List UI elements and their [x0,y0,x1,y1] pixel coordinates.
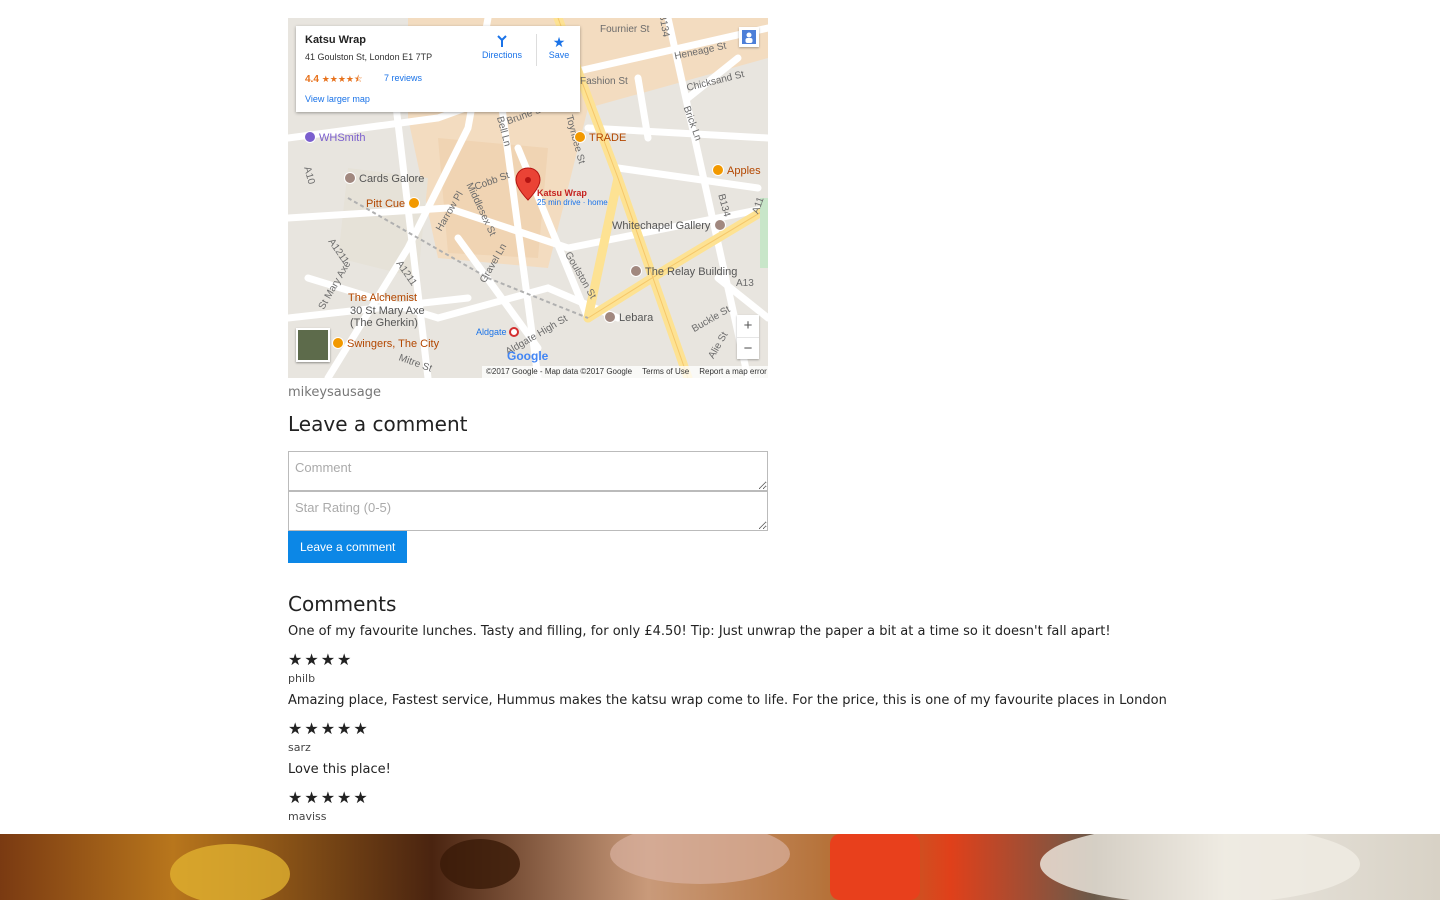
street-label: Fashion St [580,76,628,87]
directions-icon [497,35,507,47]
poi-swingers[interactable]: Swingers, The City [332,337,439,350]
street-label: Fournier St [600,24,650,35]
poi-cards-galore[interactable]: Cards Galore [344,172,424,185]
building-icon [630,265,642,277]
poi-trade[interactable]: TRADE [574,131,626,144]
terms-link[interactable]: Terms of Use [642,367,689,376]
google-logo: Google [507,349,549,363]
zoom-in-button[interactable]: + [737,315,759,337]
comment-username: maviss [288,810,327,823]
post-author: mikeysausage [288,385,381,400]
comment-text: Amazing place, Fastest service, Hummus m… [288,693,1167,708]
star-rating-textarea[interactable] [288,491,768,531]
place-info-card: Katsu Wrap 41 Goulston St, London E1 7TP… [296,26,580,112]
main-content: Fournier St B134 Heneage St Fashion St C… [288,18,1188,823]
person-icon [742,30,756,44]
comment-item: Amazing place, Fastest service, Hummus m… [288,693,1188,754]
directions-button[interactable]: Directions [472,34,532,60]
poi-label: Cards Galore [359,173,425,185]
bar-icon [332,337,344,349]
satellite-toggle[interactable] [296,328,330,362]
place-rating: 4.4 ★★★★⯪ [305,72,362,88]
marker-label: Katsu Wrap [537,188,587,198]
poi-label: (The Gherkin) [350,317,418,329]
place-address: 41 Goulston St, London E1 7TP [305,52,433,62]
store-icon [604,311,616,323]
store-icon [344,172,356,184]
restaurant-icon [408,197,421,209]
poi-lebara[interactable]: Lebara [604,311,653,324]
report-error-link[interactable]: Report a map error [699,367,767,376]
poi-whitechapel-gallery[interactable]: Whitechapel Gallery [612,219,729,232]
poi-apples[interactable]: Apples [712,164,761,177]
map-attribution: ©2017 Google - Map data ©2017 Google Term… [482,366,768,378]
poi-label: Pitt Cue [366,198,406,210]
comment-form: Leave a comment [288,451,1188,563]
directions-label: Directions [481,50,522,60]
leave-comment-button[interactable]: Leave a comment [288,531,408,563]
poi-pitt-cue[interactable]: Pitt Cue [366,197,423,210]
poi-whsmith[interactable]: WHSmith [304,131,365,144]
comments-heading: Comments [288,592,397,616]
shopping-icon [304,131,316,143]
poi-aldgate[interactable]: Aldgate [476,327,522,337]
poi-relay-building[interactable]: The Relay Building [630,265,737,278]
poi-label: 30 St Mary Axe [350,305,425,317]
cafe-icon [574,131,586,143]
poi-label: The Relay Building [645,266,738,278]
comment-text: One of my favourite lunches. Tasty and f… [288,624,1111,639]
reviews-link[interactable]: 7 reviews [384,73,422,83]
save-button[interactable]: ★ Save [544,34,574,60]
comment-text: Love this place! [288,762,391,777]
zoom-out-button[interactable]: − [737,337,759,360]
poi-label: Aldgate [476,327,507,337]
restaurant-icon [712,164,724,176]
poi-label: Apples [727,165,761,177]
poi-the-alchemist[interactable]: The Alchemist [348,292,417,304]
comment-stars: ★★★★ [288,652,354,669]
rating-stars: ★★★★⯪ [321,74,363,84]
view-larger-map-link[interactable]: View larger map [305,94,370,104]
comment-username: sarz [288,741,311,754]
marker-sublabel: 25 min drive · home [537,198,608,207]
street-label: A13 [736,278,754,289]
poi-label: Lebara [619,312,654,324]
place-name: Katsu Wrap [305,34,366,46]
museum-icon [713,219,726,231]
leave-comment-heading: Leave a comment [288,412,468,436]
save-label: Save [548,50,570,60]
poi-label: Swingers, The City [347,338,440,350]
comment-stars: ★★★★★ [288,790,370,807]
street-view-pegman[interactable] [739,27,759,47]
poi-label: Whitechapel Gallery [612,220,711,232]
card-divider [536,34,537,66]
poi-label: WHSmith [319,132,366,144]
map-embed[interactable]: Fournier St B134 Heneage St Fashion St C… [288,18,768,378]
star-icon: ★ [552,34,566,50]
comment-textarea[interactable] [288,451,768,491]
poi-label: TRADE [589,132,627,144]
zoom-control: + − [737,315,759,359]
rating-value: 4.4 [305,74,319,85]
underground-icon [509,327,520,337]
comment-item: One of my favourite lunches. Tasty and f… [288,624,1188,685]
comment-stars: ★★★★★ [288,721,370,738]
poi-gherkin[interactable]: 30 St Mary Axe (The Gherkin) [350,305,425,329]
comment-item: Love this place! ★★★★★ maviss [288,762,1188,823]
food-hero-image [0,834,1440,900]
attribution-text: ©2017 Google - Map data ©2017 Google [486,367,633,376]
food-photo [0,834,1440,900]
comment-username: philb [288,672,316,685]
